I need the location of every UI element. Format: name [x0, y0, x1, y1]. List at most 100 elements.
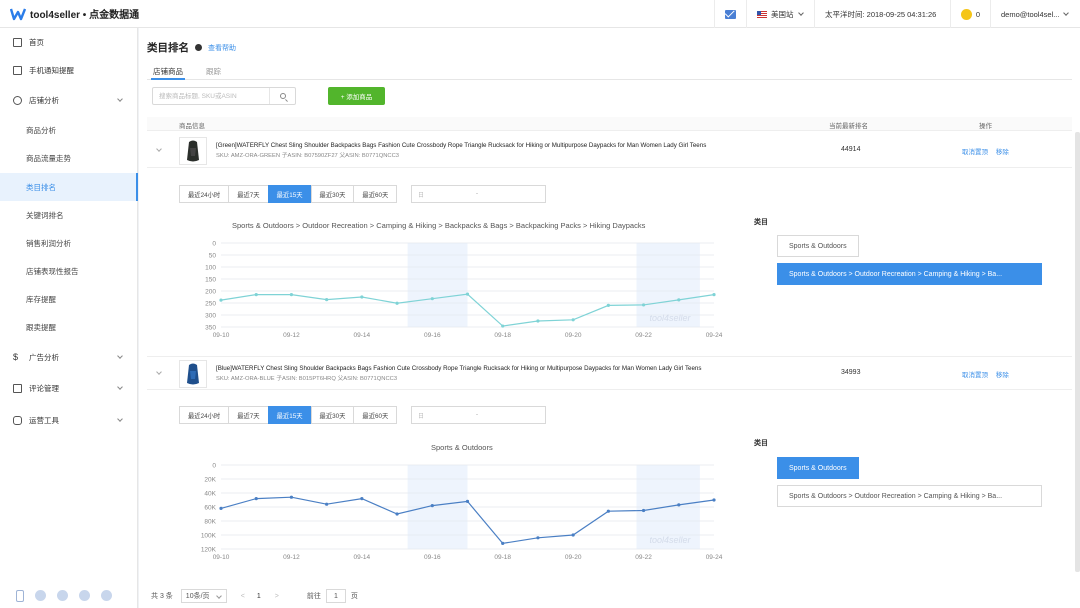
y-tick-label: 50 [209, 253, 217, 260]
category-button[interactable]: Sports & Outdoors > Outdoor Recreation >… [777, 485, 1042, 507]
phone-icon[interactable] [16, 590, 24, 602]
sidebar-item-ad-analysis[interactable]: $ 广告分析 [0, 345, 138, 369]
next-page-button[interactable]: > [275, 593, 279, 600]
sidebar-item-ops-tools[interactable]: 运营工具 [0, 408, 138, 432]
search-input[interactable] [153, 88, 271, 104]
chat-icon[interactable] [79, 590, 90, 601]
unpin-link[interactable]: 取消置顶 [962, 372, 988, 379]
sidebar-item-label: 店铺分析 [29, 95, 59, 105]
sidebar: 首页 手机通知提醒 店铺分析 商品分析 商品流量走势 类目排名 关键词排名 销售… [0, 28, 138, 608]
range-7d[interactable]: 最近7天 [228, 406, 269, 424]
site-selector[interactable]: 美国站 [746, 0, 814, 28]
y-tick-label: 80K [204, 519, 216, 526]
expand-caret-icon[interactable] [156, 146, 162, 152]
data-point [360, 295, 364, 299]
bell-icon[interactable] [35, 590, 46, 601]
user-menu[interactable]: demo@tool4sel... [990, 0, 1080, 28]
remove-link[interactable]: 移除 [996, 372, 1009, 379]
x-tick-label: 09-14 [354, 332, 371, 339]
range-30d[interactable]: 最近30天 [310, 185, 355, 203]
time-range-group: 最近24小时 最近7天 最近15天 最近30天 最近60天 [179, 406, 398, 424]
data-point [677, 298, 681, 302]
sidebar-item-label: 商品流量走势 [26, 153, 71, 163]
x-tick-label: 09-12 [283, 332, 300, 339]
column-rank: 当前最新排名 [829, 123, 868, 130]
column-ops: 操作 [979, 123, 992, 130]
main-content: 类目排名 查看帮助 店铺商品 跟踪 + 添加商品 商品信息 当前最新排名 操作 … [139, 28, 1080, 608]
range-60d[interactable]: 最近60天 [353, 185, 398, 203]
data-point [430, 297, 434, 301]
x-tick-label: 09-14 [354, 554, 371, 561]
coin-balance[interactable]: 0 [950, 0, 990, 28]
unpin-link[interactable]: 取消置顶 [962, 149, 988, 156]
sidebar-item-home[interactable]: 首页 [0, 30, 138, 54]
date-range-picker[interactable]: 日 - [411, 185, 546, 203]
y-tick-label: 40K [204, 491, 216, 498]
data-point [641, 303, 646, 307]
sidebar-item-review-management[interactable]: 评论管理 [0, 376, 138, 400]
add-product-button[interactable]: + 添加商品 [328, 87, 385, 105]
category-button[interactable]: Sports & Outdoors [777, 235, 859, 257]
category-button-active[interactable]: Sports & Outdoors [777, 457, 859, 479]
page-size-select[interactable]: 10条/页 [180, 589, 227, 603]
info-icon[interactable] [195, 44, 202, 51]
range-15d[interactable]: 最近15天 [267, 406, 312, 424]
category-button-active[interactable]: Sports & Outdoors > Outdoor Recreation >… [777, 263, 1042, 285]
product-title[interactable]: [Green]WATERFLY Chest Sling Shoulder Bac… [216, 142, 706, 149]
total-count: 共 3 条 [151, 593, 173, 600]
sidebar-item-profit-analysis[interactable]: 销售利润分析 [0, 231, 138, 255]
range-24h[interactable]: 最近24小时 [179, 185, 230, 203]
data-point [571, 533, 575, 537]
sidebar-item-inventory-alert[interactable]: 库存提醒 [0, 287, 138, 311]
sidebar-item-label: 运营工具 [29, 415, 59, 425]
rank-chart-2: 0 20K 40K 60K 80K 100K 120K09-10 09-12 09-14 09-1… [201, 463, 723, 562]
sidebar-item-store-analysis[interactable]: 店铺分析 [0, 88, 138, 112]
data-point [465, 499, 470, 503]
date-dash: - [476, 412, 478, 418]
data-point [360, 497, 364, 501]
y-tick-label: 250 [205, 301, 216, 308]
sidebar-item-traffic-trend[interactable]: 商品流量走势 [0, 146, 138, 170]
sidebar-item-product-analysis[interactable]: 商品分析 [0, 118, 138, 142]
coin-icon [961, 8, 972, 20]
logo[interactable]: tool4seller • 点金数据通 [10, 6, 139, 21]
sidebar-item-keyword-rank[interactable]: 关键词排名 [0, 203, 138, 227]
help-link[interactable]: 查看帮助 [208, 43, 236, 53]
product-thumbnail [179, 360, 207, 388]
rank-chart-1: 0 50 100 150 200 250 300 35009-10 09-12 09-14 09-1… [205, 241, 723, 340]
date-range-picker[interactable]: 日 - [411, 406, 546, 424]
sidebar-item-label: 关键词排名 [26, 210, 64, 220]
chart-watermark: tool4seller [649, 535, 691, 545]
sidebar-item-category-rank[interactable]: 类目排名 [0, 173, 138, 201]
range-7d[interactable]: 最近7天 [228, 185, 269, 203]
x-tick-label: 09-16 [424, 554, 441, 561]
data-point [289, 293, 294, 297]
chevron-down-icon [117, 353, 123, 359]
product-title[interactable]: [Blue]WATERFLY Chest Sling Shoulder Back… [216, 365, 701, 372]
product-sku: SKU: AMZ-ORA-BLUE 子ASIN: B015PT6HRQ 父ASI… [216, 376, 398, 382]
search-button[interactable] [269, 88, 295, 104]
x-tick-label: 09-10 [213, 332, 230, 339]
y-tick-label: 0 [212, 463, 216, 470]
y-tick-label: 100 [205, 265, 216, 272]
remove-link[interactable]: 移除 [996, 149, 1009, 156]
range-30d[interactable]: 最近30天 [310, 406, 355, 424]
mail-icon [13, 383, 22, 393]
sidebar-item-mobile-alerts[interactable]: 手机通知提醒 [0, 58, 138, 82]
range-15d[interactable]: 最近15天 [267, 185, 312, 203]
sidebar-item-performance-report[interactable]: 店铺表现性报告 [0, 259, 138, 283]
user-icon[interactable] [57, 590, 68, 601]
expand-caret-icon[interactable] [156, 369, 162, 375]
data-point [465, 292, 470, 296]
tab-store-products[interactable]: 店铺商品 [153, 66, 183, 77]
prev-page-button[interactable]: < [241, 593, 245, 600]
goto-input[interactable]: 1 [325, 589, 346, 603]
mail-button[interactable] [714, 0, 746, 28]
sidebar-item-hijack-alert[interactable]: 跟卖提醒 [0, 315, 138, 339]
range-60d[interactable]: 最近60天 [353, 406, 398, 424]
vertical-scrollbar[interactable] [1075, 132, 1080, 572]
current-page[interactable]: 1 [257, 593, 261, 600]
tab-tracking[interactable]: 跟踪 [206, 66, 221, 77]
range-24h[interactable]: 最近24小时 [179, 406, 230, 424]
group-icon[interactable] [101, 590, 112, 601]
